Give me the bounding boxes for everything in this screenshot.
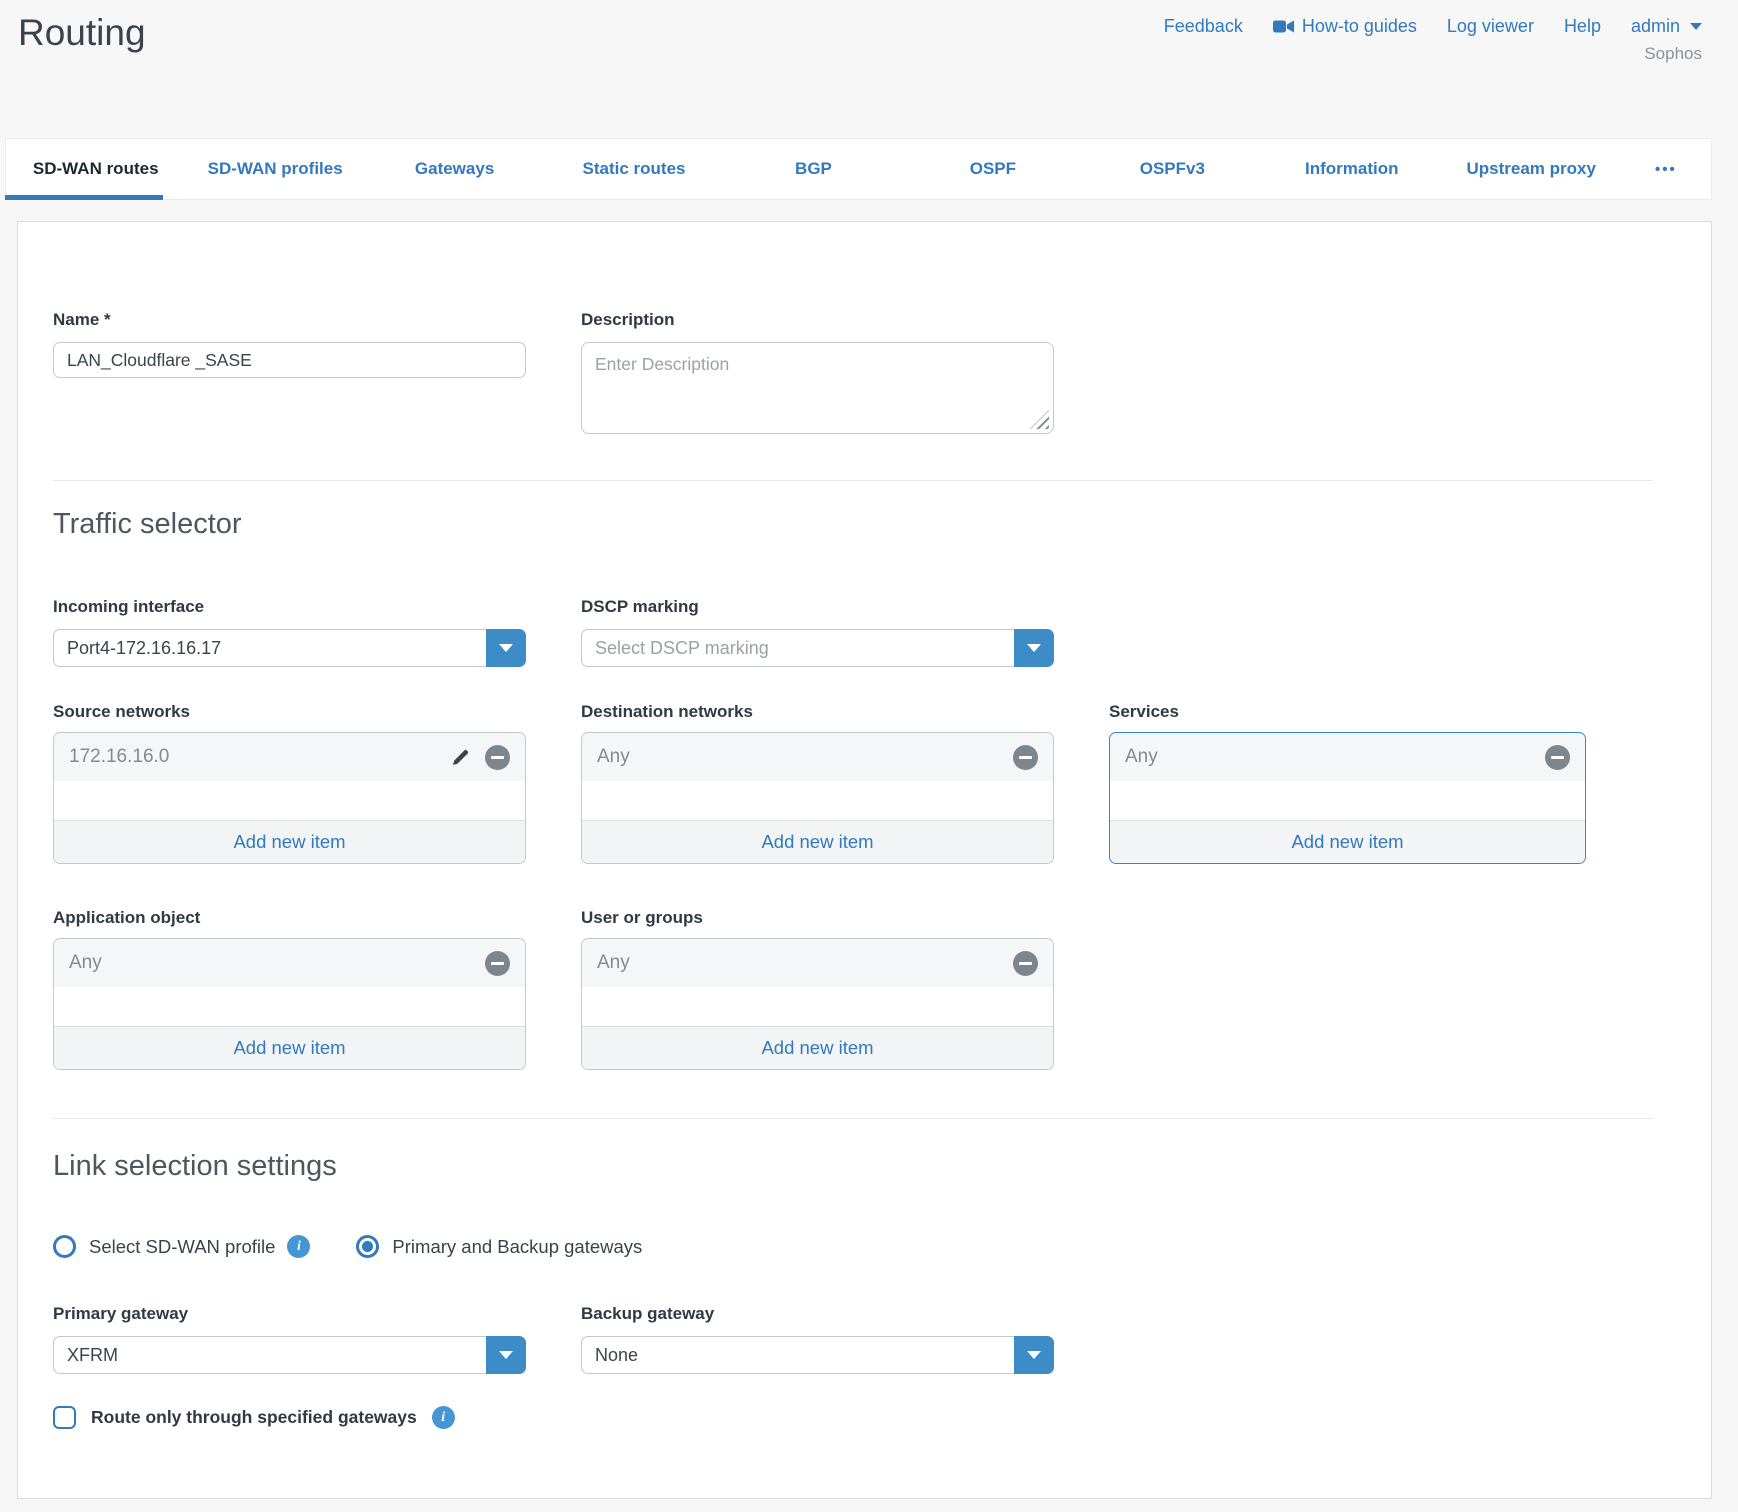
chevron-down-icon (1690, 23, 1702, 30)
application-object-label: Application object (53, 908, 526, 928)
services-label: Services (1109, 702, 1586, 722)
services-listbox: Any Add new item (1109, 732, 1586, 864)
howto-guides-link[interactable]: How-to guides (1273, 16, 1417, 37)
dropdown-button[interactable] (486, 629, 526, 667)
name-input[interactable] (53, 342, 526, 378)
source-networks-label: Source networks (53, 702, 526, 722)
route-only-checkbox[interactable] (53, 1406, 76, 1429)
feedback-link[interactable]: Feedback (1164, 16, 1243, 37)
tab-information[interactable]: Information (1262, 139, 1441, 199)
destination-networks-listbox: Any Add new item (581, 732, 1054, 864)
dscp-marking-select[interactable]: Select DSCP marking (581, 629, 1054, 667)
add-new-item-button[interactable]: Add new item (54, 820, 525, 863)
header-right: Feedback How-to guides Log viewer Help a… (1164, 16, 1702, 64)
tab-overflow-menu[interactable]: ••• (1621, 139, 1711, 199)
list-empty-area (54, 987, 525, 1026)
tab-sd-wan-profiles[interactable]: SD-WAN profiles (185, 139, 364, 199)
tab-bar: SD-WAN routes SD-WAN profiles Gateways S… (5, 138, 1712, 200)
application-object-listbox: Any Add new item (53, 938, 526, 1070)
info-icon[interactable]: i (432, 1406, 455, 1429)
tab-sd-wan-routes[interactable]: SD-WAN routes (6, 139, 185, 199)
dropdown-button[interactable] (1014, 629, 1054, 667)
primary-gateway-select[interactable]: XFRM (53, 1336, 526, 1374)
tab-ospfv3[interactable]: OSPFv3 (1083, 139, 1262, 199)
dropdown-button[interactable] (486, 1336, 526, 1374)
link-selection-heading: Link selection settings (53, 1149, 1653, 1183)
radio-label-primary-backup-gateways[interactable]: Primary and Backup gateways (392, 1236, 642, 1258)
list-item: Any (582, 733, 1053, 781)
caret-down-icon (499, 644, 513, 652)
name-label: Name * (53, 310, 526, 330)
add-new-item-button[interactable]: Add new item (1110, 820, 1585, 863)
list-item: 172.16.16.0 (54, 733, 525, 781)
backup-gateway-select[interactable]: None (581, 1336, 1054, 1374)
list-empty-area (582, 781, 1053, 820)
add-new-item-button[interactable]: Add new item (54, 1026, 525, 1069)
video-camera-icon (1273, 19, 1294, 34)
description-textarea[interactable] (581, 342, 1054, 434)
add-new-item-button[interactable]: Add new item (582, 1026, 1053, 1069)
list-item: Any (54, 939, 525, 987)
route-only-checkbox-label[interactable]: Route only through specified gateways (91, 1407, 417, 1428)
incoming-interface-select[interactable]: Port4-172.16.16.17 (53, 629, 526, 667)
remove-icon[interactable] (485, 745, 510, 770)
description-label: Description (581, 310, 1054, 330)
remove-icon[interactable] (1013, 951, 1038, 976)
tab-ospf[interactable]: OSPF (903, 139, 1082, 199)
dscp-marking-label: DSCP marking (581, 597, 1054, 617)
user-or-groups-label: User or groups (581, 908, 1054, 928)
dropdown-button[interactable] (1014, 1336, 1054, 1374)
incoming-interface-label: Incoming interface (53, 597, 526, 617)
backup-gateway-label: Backup gateway (581, 1304, 1054, 1324)
list-empty-area (54, 781, 525, 820)
required-indicator: * (104, 310, 111, 329)
destination-networks-label: Destination networks (581, 702, 1054, 722)
section-divider (53, 1118, 1653, 1119)
remove-icon[interactable] (1545, 745, 1570, 770)
org-name: Sophos (1644, 44, 1702, 64)
remove-icon[interactable] (1013, 745, 1038, 770)
tab-upstream-proxy[interactable]: Upstream proxy (1442, 139, 1621, 199)
radio-primary-backup-gateways[interactable] (356, 1235, 379, 1258)
tab-static-routes[interactable]: Static routes (544, 139, 723, 199)
top-header: Routing Feedback How-to guides Log viewe… (0, 0, 1738, 138)
list-item: Any (1110, 733, 1585, 781)
list-empty-area (582, 987, 1053, 1026)
radio-select-sd-wan-profile[interactable] (53, 1235, 76, 1258)
info-icon[interactable]: i (287, 1235, 310, 1258)
primary-gateway-label: Primary gateway (53, 1304, 526, 1324)
list-empty-area (1110, 781, 1585, 820)
sd-wan-route-form: Name * Description Traffic selector Inco… (17, 221, 1712, 1499)
log-viewer-link[interactable]: Log viewer (1447, 16, 1534, 37)
caret-down-icon (1027, 1351, 1041, 1359)
section-divider (53, 480, 1653, 481)
traffic-selector-heading: Traffic selector (53, 507, 1653, 541)
help-link[interactable]: Help (1564, 16, 1601, 37)
list-item: Any (582, 939, 1053, 987)
caret-down-icon (499, 1351, 513, 1359)
remove-icon[interactable] (485, 951, 510, 976)
user-or-groups-listbox: Any Add new item (581, 938, 1054, 1070)
source-networks-listbox: 172.16.16.0 Add new item (53, 732, 526, 864)
tab-bgp[interactable]: BGP (724, 139, 903, 199)
edit-icon[interactable] (449, 745, 473, 769)
admin-menu[interactable]: admin (1631, 16, 1702, 37)
tab-gateways[interactable]: Gateways (365, 139, 544, 199)
radio-label-sd-wan-profile[interactable]: Select SD-WAN profile (89, 1236, 275, 1258)
add-new-item-button[interactable]: Add new item (582, 820, 1053, 863)
caret-down-icon (1027, 644, 1041, 652)
